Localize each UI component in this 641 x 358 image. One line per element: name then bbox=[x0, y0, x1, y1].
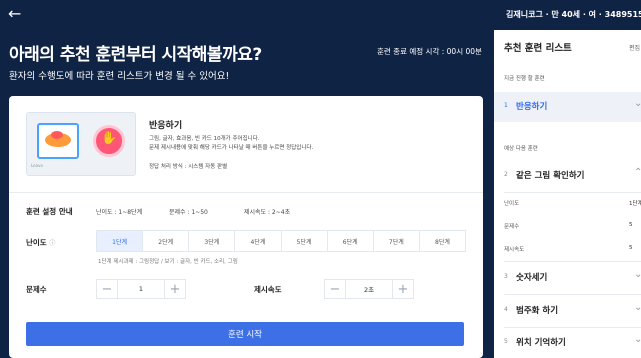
back-arrow-icon[interactable]: ← bbox=[8, 6, 21, 22]
hand-icon: ✋ bbox=[101, 131, 118, 146]
detail-value: 1단계 bbox=[629, 201, 641, 207]
speed-value[interactable]: 2초 bbox=[345, 280, 393, 298]
level-hint: 1단계 제시과제 : 그림정답 / 보기 : 글자, 빈 카드, 소리, 그림 bbox=[98, 259, 238, 265]
detail-level: 난이도 1단계 bbox=[504, 199, 641, 207]
top-bar: ← 김재니코그 · 만 40세 · 여 · 34895154 bbox=[0, 0, 641, 30]
thumbnail-tag: Leavo bbox=[31, 163, 43, 168]
edit-button[interactable]: 편집 bbox=[629, 43, 640, 52]
level-option[interactable]: 6단계 bbox=[328, 231, 374, 251]
sidebar-item-number: 2 bbox=[504, 171, 508, 178]
training-description: 그림, 글자, 효과음, 빈 카드 10개가 주어집니다. 문제 제시내용에 맞… bbox=[149, 135, 449, 152]
questions-label: 문제수 bbox=[26, 285, 47, 294]
sidebar-item-name: 위치 기억하기 bbox=[516, 338, 566, 348]
detail-questions: 문제수 5 bbox=[504, 222, 641, 230]
sidebar-item-name: 숫자세기 bbox=[516, 273, 548, 283]
chevron-down-icon[interactable]: ⌄ bbox=[634, 269, 641, 280]
chevron-down-icon[interactable]: ⌄ bbox=[634, 98, 641, 109]
questions-minus-button[interactable]: − bbox=[97, 280, 117, 298]
page-title: 아래의 추천 훈련부터 시작해볼까요? bbox=[9, 45, 262, 65]
guide-speed: 제시속도 : 2~4초 bbox=[244, 209, 291, 216]
questions-plus-button[interactable]: + bbox=[165, 280, 185, 298]
sidebar-item-name: 범주화 하기 bbox=[516, 306, 559, 316]
training-thumbnail: ✋ Leavo bbox=[26, 112, 136, 176]
fruit-icon bbox=[51, 131, 63, 139]
sidebar-item-5[interactable]: 5 위치 기억하기 ⌄ bbox=[494, 328, 641, 358]
guide-level: 난이도 : 1~8단계 bbox=[96, 209, 143, 216]
training-name: 반응하기 bbox=[149, 121, 183, 131]
sidebar-item-4[interactable]: 4 범주화 하기 ⌄ bbox=[494, 296, 641, 326]
sidebar-item-2[interactable]: 2 같은 그림 확인하기 ⌃ bbox=[494, 161, 641, 191]
level-option[interactable]: 3단계 bbox=[189, 231, 236, 251]
sidebar-item-number: 1 bbox=[504, 102, 508, 109]
start-training-button[interactable]: 훈련 시작 bbox=[26, 322, 464, 346]
sidebar-item-number: 5 bbox=[504, 338, 508, 345]
level-option[interactable]: 1단계 bbox=[97, 231, 144, 251]
detail-value: 5 bbox=[629, 222, 633, 228]
sidebar-item-number: 3 bbox=[504, 273, 508, 280]
level-option[interactable]: 4단계 bbox=[235, 231, 282, 251]
speed-minus-button[interactable]: − bbox=[325, 280, 345, 298]
divider bbox=[504, 294, 641, 295]
speed-plus-button[interactable]: + bbox=[393, 280, 413, 298]
guide-label: 훈련 설정 안내 bbox=[26, 207, 73, 216]
questions-stepper: − 1 + bbox=[96, 279, 186, 299]
level-option[interactable]: 7단계 bbox=[374, 231, 420, 251]
level-label: 난이도 ⓘ bbox=[26, 237, 55, 248]
end-time: 훈련 종료 예정 시각 : 00시 00분 bbox=[377, 47, 482, 56]
divider bbox=[504, 192, 641, 193]
description-line-1: 그림, 글자, 효과음, 빈 카드 10개가 주어집니다. bbox=[149, 136, 260, 142]
level-option[interactable]: 2단계 bbox=[143, 231, 190, 251]
description-line-2: 문제 제시내용에 맞춰 해당 카드가 나타날 때 버튼을 누르면 정답입니다. bbox=[149, 144, 314, 151]
chevron-down-icon[interactable]: ⌄ bbox=[634, 334, 641, 345]
sidebar-item-3[interactable]: 3 숫자세기 ⌄ bbox=[494, 263, 641, 293]
level-label-text: 난이도 bbox=[26, 238, 47, 247]
next-section-label: 예상 다음 훈련 bbox=[504, 146, 538, 152]
divider bbox=[9, 192, 483, 193]
sidebar-item-name: 같은 그림 확인하기 bbox=[516, 171, 585, 181]
sidebar-item-name: 반응하기 bbox=[516, 102, 548, 112]
guide-questions: 문제수 : 1~50 bbox=[169, 209, 208, 216]
training-card: ✋ Leavo 반응하기 그림, 글자, 효과음, 빈 카드 10개가 주어집니… bbox=[9, 96, 483, 358]
info-icon: ⓘ bbox=[49, 240, 56, 247]
recommended-list-panel: 추천 훈련 리스트 편집 지금 진행 할 훈련 1 반응하기 ⌄ 예상 다음 훈… bbox=[494, 30, 641, 358]
sidebar-title: 추천 훈련 리스트 bbox=[504, 43, 572, 54]
judge-method: 정답 처리 방식 : 시스템 자동 판별 bbox=[149, 164, 228, 170]
sidebar-item-number: 4 bbox=[504, 306, 508, 313]
patient-info: 김재니코그 · 만 40세 · 여 · 34895154 bbox=[506, 10, 641, 19]
divider bbox=[504, 261, 641, 262]
detail-label: 문제수 bbox=[504, 224, 520, 230]
speed-stepper: − 2초 + bbox=[324, 279, 414, 299]
chevron-down-icon[interactable]: ⌄ bbox=[634, 302, 641, 313]
page-subtitle: 환자의 수행도에 따라 훈련 리스트가 변경 될 수 있어요! bbox=[9, 71, 230, 82]
detail-speed: 제시속도 5 bbox=[504, 245, 641, 253]
level-option[interactable]: 5단계 bbox=[282, 231, 328, 251]
detail-value: 5 bbox=[629, 245, 633, 251]
questions-value[interactable]: 1 bbox=[117, 280, 165, 298]
detail-label: 제시속도 bbox=[504, 247, 525, 253]
speed-label: 제시속도 bbox=[254, 285, 282, 294]
chevron-up-icon[interactable]: ⌃ bbox=[634, 167, 641, 178]
detail-label: 난이도 bbox=[504, 201, 520, 207]
level-selector: 1단계 2단계 3단계 4단계 5단계 6단계 7단계 8단계 bbox=[96, 230, 466, 252]
sidebar-item-1[interactable]: 1 반응하기 ⌄ bbox=[494, 92, 641, 122]
current-section-label: 지금 진행 할 훈련 bbox=[504, 76, 545, 82]
level-option[interactable]: 8단계 bbox=[420, 231, 465, 251]
